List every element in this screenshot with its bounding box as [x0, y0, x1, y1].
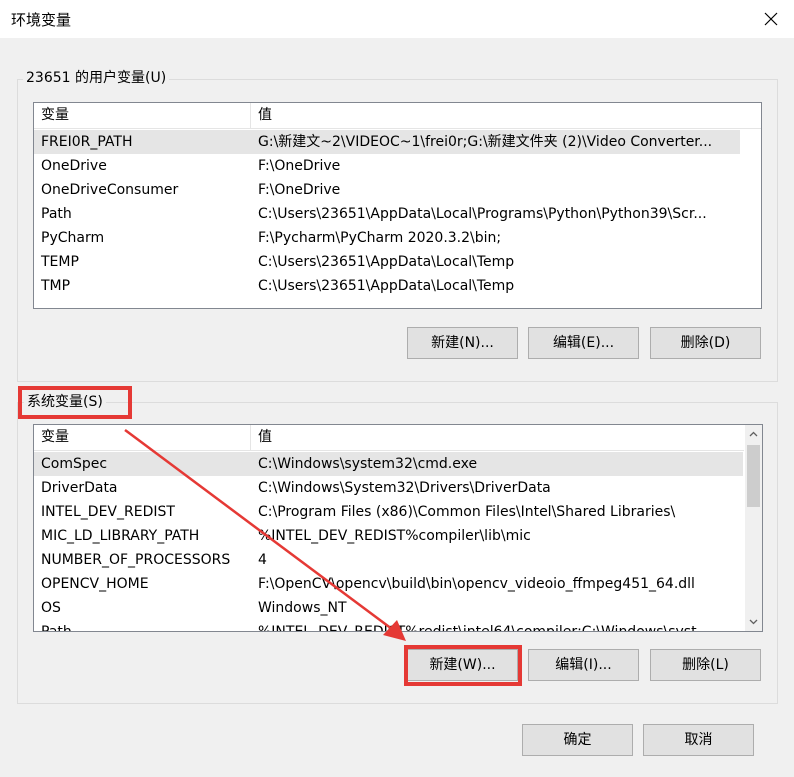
- scrollbar-thumb[interactable]: [747, 445, 760, 507]
- close-button[interactable]: [748, 0, 794, 38]
- system-edit-button[interactable]: 编辑(I)...: [528, 649, 639, 681]
- system-variable-row[interactable]: NUMBER_OF_PROCESSORS 4: [34, 548, 743, 572]
- scroll-up-icon[interactable]: [749, 430, 758, 439]
- cancel-button[interactable]: 取消: [643, 724, 754, 756]
- variable-value-cell: %INTEL_DEV_REDIST%compiler\lib\mic: [258, 528, 531, 544]
- variable-value-cell: C:\Windows\System32\Drivers\DriverData: [258, 480, 551, 496]
- variable-value-cell: C:\Users\23651\AppData\Local\Programs\Py…: [258, 206, 707, 222]
- title-bar: 环境变量: [0, 0, 794, 38]
- variable-name-cell: MIC_LD_LIBRARY_PATH: [41, 528, 200, 544]
- variable-name-cell: OS: [41, 600, 61, 616]
- system-variable-row[interactable]: Path %INTEL_DEV_REDIST%redist\intel64\com…: [34, 620, 743, 632]
- variable-name-cell: TMP: [41, 278, 71, 294]
- user-variable-row[interactable]: OneDriveConsumer F:\OneDrive: [34, 178, 740, 202]
- user-edit-button[interactable]: 编辑(E)...: [528, 327, 639, 359]
- system-variable-row[interactable]: INTEL_DEV_REDIST C:\Program Files (x86)\C…: [34, 500, 743, 524]
- variable-name-cell: NUMBER_OF_PROCESSORS: [41, 552, 231, 568]
- column-header-variable[interactable]: 变量: [34, 425, 251, 450]
- system-variables-list[interactable]: 变量 值 ComSpec C:\Windows\system32\cmd.exe D…: [33, 424, 763, 632]
- system-new-button[interactable]: 新建(W)...: [407, 649, 518, 681]
- variable-name-cell: INTEL_DEV_REDIST: [41, 504, 175, 520]
- variable-value-cell: F:\OpenCV\opencv\build\bin\opencv_videoi…: [258, 576, 695, 592]
- scroll-down-icon[interactable]: [749, 617, 758, 626]
- variable-value-cell: C:\Windows\system32\cmd.exe: [258, 456, 478, 472]
- user-variables-label: 23651 的用户变量(U): [23, 69, 170, 87]
- variable-value-cell: C:\Users\23651\AppData\Local\Temp: [258, 254, 515, 270]
- variable-name-cell: Path: [41, 206, 72, 222]
- list-header: 变量 值: [34, 425, 744, 451]
- system-variable-row[interactable]: MIC_LD_LIBRARY_PATH %INTEL_DEV_REDIST%com…: [34, 524, 743, 548]
- column-header-value[interactable]: 值: [251, 103, 272, 128]
- window-title: 环境变量: [11, 11, 72, 29]
- variable-name-cell: PyCharm: [41, 230, 105, 246]
- user-variable-row[interactable]: TMP C:\Users\23651\AppData\Local\Temp: [34, 274, 740, 298]
- user-variable-row[interactable]: OneDrive F:\OneDrive: [34, 154, 740, 178]
- variable-name-cell: DriverData: [41, 480, 118, 496]
- variable-value-cell: C:\Users\23651\AppData\Local\Temp: [258, 278, 515, 294]
- variable-value-cell: %INTEL_DEV_REDIST%redist\intel64\compile…: [258, 624, 710, 632]
- system-variable-row[interactable]: OS Windows_NT: [34, 596, 743, 620]
- variable-value-cell: C:\Program Files (x86)\Common Files\Inte…: [258, 504, 676, 520]
- user-variable-row[interactable]: FREI0R_PATH G:\新建文~2\VIDEOC~1\frei0r;G:\新…: [34, 130, 740, 154]
- variable-name-cell: FREI0R_PATH: [41, 134, 133, 150]
- variable-value-cell: G:\新建文~2\VIDEOC~1\frei0r;G:\新建文件夹 (2)\Vi…: [258, 134, 713, 150]
- system-variable-row[interactable]: OPENCV_HOME F:\OpenCV\opencv\build\bin\op…: [34, 572, 743, 596]
- close-icon: [764, 12, 778, 26]
- variable-name-cell: OneDrive: [41, 158, 107, 174]
- system-variable-row[interactable]: DriverData C:\Windows\System32\Drivers\Dr…: [34, 476, 743, 500]
- vertical-scrollbar[interactable]: [745, 425, 762, 631]
- user-delete-button[interactable]: 删除(D): [650, 327, 761, 359]
- variable-value-cell: F:\OneDrive: [258, 182, 341, 198]
- system-variable-row[interactable]: ComSpec C:\Windows\system32\cmd.exe: [34, 452, 743, 476]
- user-variables-list[interactable]: 变量 值 FREI0R_PATH G:\新建文~2\VIDEOC~1\frei0r…: [33, 102, 762, 309]
- variable-name-cell: OPENCV_HOME: [41, 576, 149, 592]
- variable-name-cell: TEMP: [41, 254, 79, 270]
- user-variable-row[interactable]: PyCharm F:\Pycharm\PyCharm 2020.3.2\bin;: [34, 226, 740, 250]
- variable-value-cell: F:\OneDrive: [258, 158, 341, 174]
- system-variables-label: 系统变量(S): [24, 393, 106, 411]
- column-header-value[interactable]: 值: [251, 425, 272, 450]
- ok-button[interactable]: 确定: [522, 724, 633, 756]
- variable-name-cell: ComSpec: [41, 456, 108, 472]
- variable-value-cell: F:\Pycharm\PyCharm 2020.3.2\bin;: [258, 230, 502, 246]
- system-delete-button[interactable]: 删除(L): [650, 649, 761, 681]
- variable-value-cell: Windows_NT: [258, 600, 347, 616]
- variable-name-cell: OneDriveConsumer: [41, 182, 179, 198]
- user-new-button[interactable]: 新建(N)...: [407, 327, 518, 359]
- variable-value-cell: 4: [258, 552, 267, 568]
- user-variable-row[interactable]: Path C:\Users\23651\AppData\Local\Program…: [34, 202, 740, 226]
- environment-variables-dialog: 环境变量 23651 的用户变量(U) 变量 值 FREI0R_PATH G:\新…: [0, 0, 794, 777]
- user-variable-row[interactable]: TEMP C:\Users\23651\AppData\Local\Temp: [34, 250, 740, 274]
- column-header-variable[interactable]: 变量: [34, 103, 251, 128]
- variable-name-cell: Path: [41, 624, 72, 632]
- list-header: 变量 值: [34, 103, 761, 129]
